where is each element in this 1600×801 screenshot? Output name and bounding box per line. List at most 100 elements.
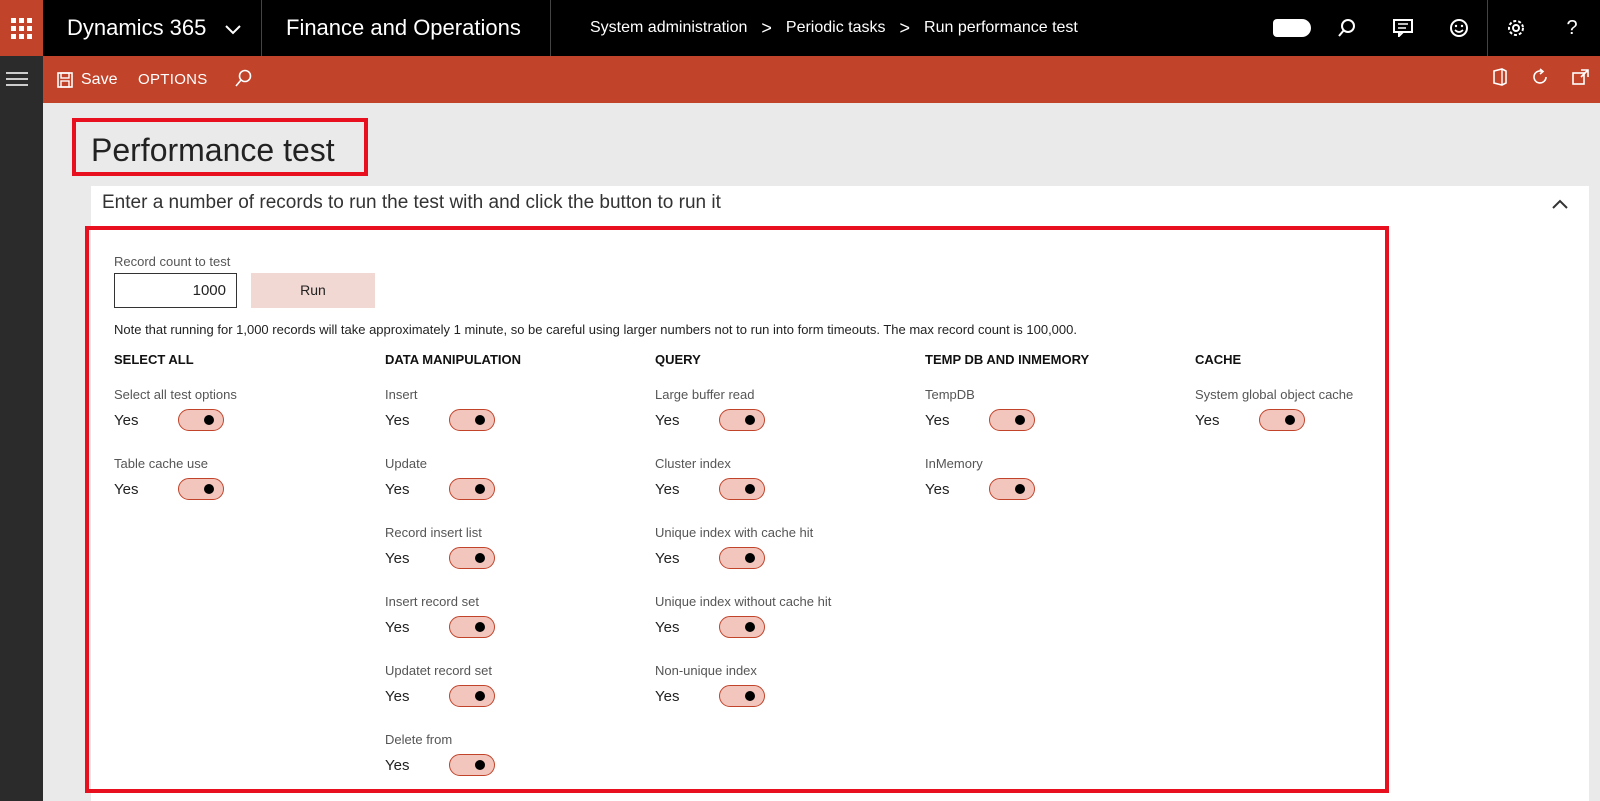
column-header-select-all: SELECT ALL (114, 352, 194, 367)
option-label-delete-from: Delete from (385, 732, 453, 747)
toggle-knob (745, 622, 755, 632)
toggle-record-insert-list[interactable] (449, 547, 495, 569)
smiley-icon[interactable] (1431, 0, 1487, 56)
toggle-non-unique-index[interactable] (719, 685, 765, 707)
option-label-system-global-object-cache: System global object cache (1195, 387, 1354, 402)
option-label-updatet-record-set: Updatet record set (385, 663, 492, 678)
toggle-unique-index-with-cache-hit[interactable] (719, 547, 765, 569)
toggle-knob (1015, 415, 1025, 425)
save-icon (57, 71, 73, 88)
breadcrumb-run-performance-test: Run performance test (924, 19, 1078, 36)
toggle-delete-from[interactable] (449, 754, 495, 776)
option-value-table-cache-use: Yes (114, 481, 139, 498)
option-label-cluster-index: Cluster index (655, 456, 731, 471)
option-value-unique-index-with-cache-hit: Yes (655, 550, 680, 567)
option-label-insert: Insert (385, 387, 418, 402)
help-icon[interactable]: ? (1544, 0, 1600, 56)
toggle-table-cache-use[interactable] (178, 478, 224, 500)
record-count-label: Record count to test (114, 254, 231, 269)
chevron-right-icon: > (899, 18, 911, 38)
toggle-knob (745, 553, 755, 563)
option-value-record-insert-list: Yes (385, 550, 410, 567)
toggle-knob (1285, 415, 1295, 425)
toggle-knob (745, 691, 755, 701)
hamburger-icon[interactable] (6, 72, 28, 90)
chevron-right-icon: > (761, 18, 772, 38)
toggle-knob (204, 484, 214, 494)
toggle-knob (475, 415, 485, 425)
toggle-knob (1015, 484, 1025, 494)
toggle-cluster-index[interactable] (719, 478, 765, 500)
toggle-tempdb[interactable] (989, 409, 1035, 431)
brand-label: Dynamics 365 (67, 15, 207, 40)
open-new-window-icon[interactable] (1572, 68, 1590, 91)
option-label-tempdb: TempDB (925, 387, 975, 402)
column-header-query: QUERY (655, 352, 701, 367)
breadcrumb-periodic-tasks[interactable]: Periodic tasks (786, 0, 886, 56)
option-value-system-global-object-cache: Yes (1195, 412, 1220, 429)
save-label: Save (81, 70, 118, 88)
option-label-insert-record-set: Insert record set (385, 594, 479, 609)
record-count-input[interactable]: 1000 (114, 273, 237, 308)
company-picker-icon[interactable] (1273, 19, 1311, 37)
toggle-update[interactable] (449, 478, 495, 500)
chevron-up-icon[interactable] (1552, 196, 1568, 214)
toggle-knob (204, 415, 214, 425)
column-header-cache: CACHE (1195, 352, 1242, 367)
save-button[interactable]: Save (57, 56, 117, 103)
toggle-inmemory[interactable] (989, 478, 1035, 500)
option-value-delete-from: Yes (385, 757, 410, 774)
app-name: Finance and Operations (286, 15, 521, 40)
toggle-large-buffer-read[interactable] (719, 409, 765, 431)
app-launcher-icon[interactable] (0, 0, 43, 56)
chevron-down-icon (224, 3, 241, 59)
toggle-unique-index-without-cache-hit[interactable] (719, 616, 765, 638)
toggle-updatet-record-set[interactable] (449, 685, 495, 707)
column-header-data-manipulation: DATA MANIPULATION (385, 352, 521, 367)
note-text: Note that running for 1,000 records will… (114, 322, 1077, 337)
divider (550, 0, 551, 56)
search-icon[interactable] (1319, 0, 1375, 56)
toggle-knob (475, 622, 485, 632)
page-title: Performance test (91, 132, 335, 168)
toggle-knob (475, 760, 485, 770)
run-button[interactable]: Run (251, 273, 375, 308)
toggle-knob (475, 691, 485, 701)
breadcrumb-system-administration[interactable]: System administration (590, 0, 747, 56)
option-label-large-buffer-read: Large buffer read (655, 387, 755, 402)
divider (1487, 0, 1488, 56)
toggle-knob (475, 484, 485, 494)
left-navigation-rail (0, 56, 43, 801)
option-label-unique-index-without-cache-hit: Unique index without cache hit (655, 594, 832, 609)
refresh-icon[interactable] (1530, 67, 1550, 92)
option-value-large-buffer-read: Yes (655, 412, 680, 429)
toggle-insert[interactable] (449, 409, 495, 431)
option-value-insert-record-set: Yes (385, 619, 410, 636)
toggle-knob (745, 415, 755, 425)
toggle-insert-record-set[interactable] (449, 616, 495, 638)
section-header[interactable]: Enter a number of records to run the tes… (102, 192, 721, 214)
option-value-tempdb: Yes (925, 412, 950, 429)
brand-menu[interactable]: Dynamics 365 (67, 0, 241, 56)
option-value-insert: Yes (385, 412, 410, 429)
option-value-unique-index-without-cache-hit: Yes (655, 619, 680, 636)
breadcrumb: System administration > Periodic tasks >… (590, 0, 1078, 56)
option-label-non-unique-index: Non-unique index (655, 663, 757, 678)
action-pane: Save OPTIONS (43, 56, 1600, 103)
toggle-select-all-test-options[interactable] (178, 409, 224, 431)
toggle-knob (475, 553, 485, 563)
message-icon[interactable] (1375, 0, 1431, 56)
toggle-knob (745, 484, 755, 494)
search-icon[interactable] (233, 68, 253, 93)
option-value-non-unique-index: Yes (655, 688, 680, 705)
option-label-select-all-test-options: Select all test options (114, 387, 237, 402)
option-label-inmemory: InMemory (925, 456, 983, 471)
options-tab[interactable]: OPTIONS (138, 56, 208, 103)
option-label-update: Update (385, 456, 427, 471)
toggle-system-global-object-cache[interactable] (1259, 409, 1305, 431)
office-icon[interactable] (1492, 68, 1508, 91)
option-value-cluster-index: Yes (655, 481, 680, 498)
gear-icon[interactable] (1488, 0, 1544, 56)
top-icons: ? (1273, 0, 1600, 56)
option-value-select-all-test-options: Yes (114, 412, 139, 429)
